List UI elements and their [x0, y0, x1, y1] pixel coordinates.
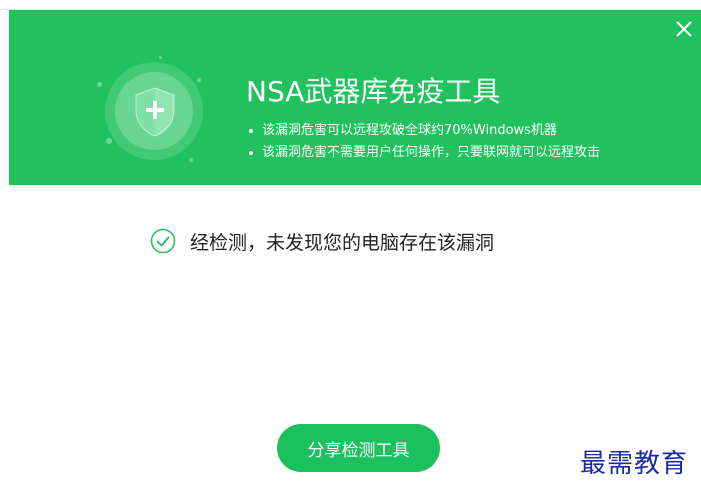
scan-result-text: 经检测，未发现您的电脑存在该漏洞 [190, 231, 495, 254]
scan-result: 经检测，未发现您的电脑存在该漏洞 [150, 226, 494, 256]
warning-list: 该漏洞危害可以远程攻破全球约70%Windows机器 该漏洞危害不需要用户任何操… [249, 120, 600, 164]
window-top-strip [0, 0, 701, 10]
header-banner: NSA武器库免疫工具 该漏洞危害可以远程攻破全球约70%Windows机器 该漏… [9, 10, 701, 185]
app-title: NSA武器库免疫工具 [246, 75, 501, 108]
shield-plus-icon [135, 87, 175, 137]
warning-item: 该漏洞危害不需要用户任何操作，只要联网就可以远程攻击 [249, 142, 600, 164]
decor-dot [97, 82, 102, 87]
close-icon [676, 21, 692, 37]
watermark-text: 最需教育 [580, 449, 689, 479]
warning-item: 该漏洞危害可以远程攻破全球约70%Windows机器 [249, 120, 600, 142]
share-tool-button[interactable]: 分享检测工具 [277, 424, 440, 472]
decor-dot [189, 158, 193, 162]
decor-dot [159, 56, 162, 59]
close-button[interactable] [671, 16, 697, 42]
decor-dot [197, 78, 201, 82]
check-circle-icon [150, 228, 176, 254]
decor-dot [106, 138, 112, 144]
